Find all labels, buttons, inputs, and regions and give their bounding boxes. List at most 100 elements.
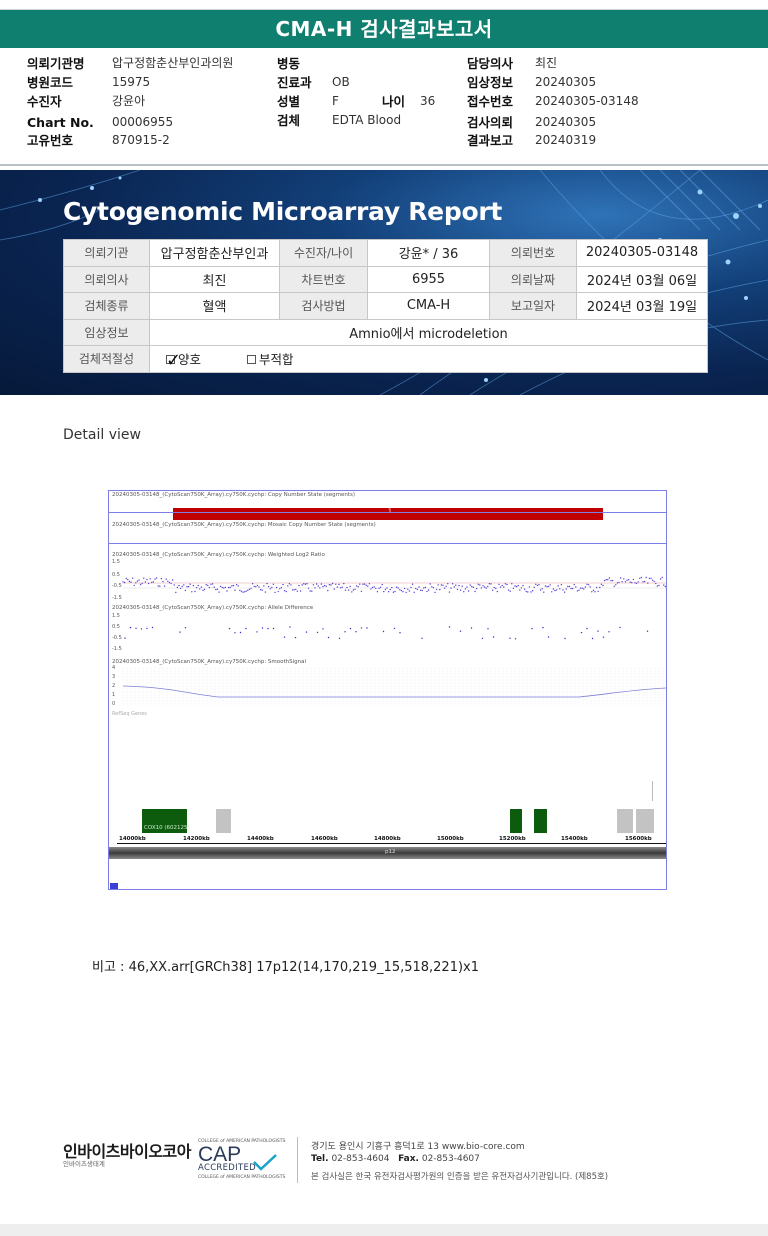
grid-dot	[178, 691, 180, 693]
log2-point	[504, 583, 507, 585]
grid-dot	[590, 694, 592, 696]
grid-dot	[570, 694, 572, 696]
grid-dot	[406, 685, 408, 687]
grid-dot	[314, 703, 316, 705]
grid-dot	[650, 673, 652, 675]
grid-dot	[266, 682, 268, 684]
grid-dot	[386, 688, 388, 690]
header-value: 20240319	[535, 133, 597, 147]
grid-dot	[606, 685, 608, 687]
grid-dot	[470, 703, 472, 705]
grid-dot	[454, 682, 456, 684]
grid-dot	[254, 691, 256, 693]
gene-block[interactable]	[534, 809, 547, 833]
grid-dot	[230, 703, 232, 705]
x-tick: 15600kb	[625, 836, 652, 842]
grid-dot	[338, 673, 340, 675]
log2-point	[195, 587, 198, 589]
allele-point	[646, 630, 649, 632]
gene-block[interactable]	[636, 809, 654, 833]
grid-dot	[190, 685, 192, 687]
grid-dot	[438, 667, 440, 669]
grid-dot	[198, 682, 200, 684]
grid-dot	[190, 703, 192, 705]
header-value: 최진	[535, 56, 558, 70]
grid-dot	[158, 673, 160, 675]
grid-dot	[606, 679, 608, 681]
grid-dot	[470, 682, 472, 684]
grid-dot	[534, 700, 536, 702]
grid-dot	[590, 673, 592, 675]
log2-point	[162, 580, 164, 583]
gene-block[interactable]	[510, 809, 522, 833]
grid-dot	[578, 679, 580, 681]
grid-dot	[518, 670, 520, 672]
gene-block[interactable]	[617, 809, 633, 833]
x-tick: 14000kb	[119, 836, 146, 842]
table-header-cell: 의뢰번호	[489, 239, 577, 267]
x-tick: 15400kb	[561, 836, 588, 842]
grid-dot	[606, 667, 608, 669]
chromosome-ideogram[interactable]: p12	[109, 847, 666, 859]
grid-dot	[374, 673, 376, 675]
grid-dot	[490, 697, 492, 699]
log2-point	[168, 581, 171, 584]
grid-dot	[250, 700, 252, 702]
grid-dot	[394, 694, 396, 696]
grid-dot	[494, 670, 496, 672]
allele-point	[597, 630, 599, 632]
log2-point	[602, 584, 604, 587]
grid-dot	[610, 694, 612, 696]
grid-dot	[374, 667, 376, 669]
log2-point	[467, 590, 470, 592]
grid-dot	[138, 676, 140, 678]
grid-dot	[602, 679, 604, 681]
grid-dot	[190, 700, 192, 702]
grid-dot	[234, 694, 236, 696]
grid-dot	[342, 682, 344, 684]
grid-dot	[642, 703, 644, 705]
log2-point	[307, 587, 310, 589]
grid-dot	[450, 667, 452, 669]
grid-dot	[394, 691, 396, 693]
grid-dot	[222, 676, 224, 678]
grid-dot	[394, 685, 396, 687]
grid-dot	[186, 688, 188, 690]
gene-block[interactable]	[216, 809, 231, 833]
grid-dot	[390, 700, 392, 702]
log2-point	[277, 590, 279, 593]
grid-dot	[502, 694, 504, 696]
grid-dot	[474, 688, 476, 690]
grid-dot	[534, 694, 536, 696]
grid-dot	[602, 670, 604, 672]
grid-dot	[610, 700, 612, 702]
grid-dot	[638, 700, 640, 702]
grid-dot	[606, 703, 608, 705]
grid-dot	[634, 676, 636, 678]
allele-point	[349, 627, 352, 630]
gene-cox10[interactable]: COX10 (602125)	[142, 809, 190, 833]
grid-dot	[294, 679, 296, 681]
grid-dot	[162, 694, 164, 696]
grid-dot	[530, 703, 532, 705]
grid-dot	[538, 700, 540, 702]
grid-dot	[214, 670, 216, 672]
log2-point	[583, 588, 585, 590]
grid-dot	[646, 691, 648, 693]
grid-dot	[126, 676, 128, 678]
grid-dot	[570, 688, 572, 690]
log2-point	[274, 591, 276, 594]
gene-marker-line	[652, 781, 653, 801]
log2-point	[259, 589, 262, 591]
log2-point	[480, 587, 483, 589]
grid-dot	[582, 703, 584, 705]
grid-dot	[562, 685, 564, 687]
grid-dot	[634, 691, 636, 693]
grid-dot	[126, 694, 128, 696]
grid-dot	[402, 703, 404, 705]
inadequate-checkbox[interactable]	[246, 355, 256, 365]
log2-point	[533, 586, 535, 588]
grid-dot	[290, 679, 292, 681]
grid-dot	[326, 679, 328, 681]
grid-dot	[314, 670, 316, 672]
